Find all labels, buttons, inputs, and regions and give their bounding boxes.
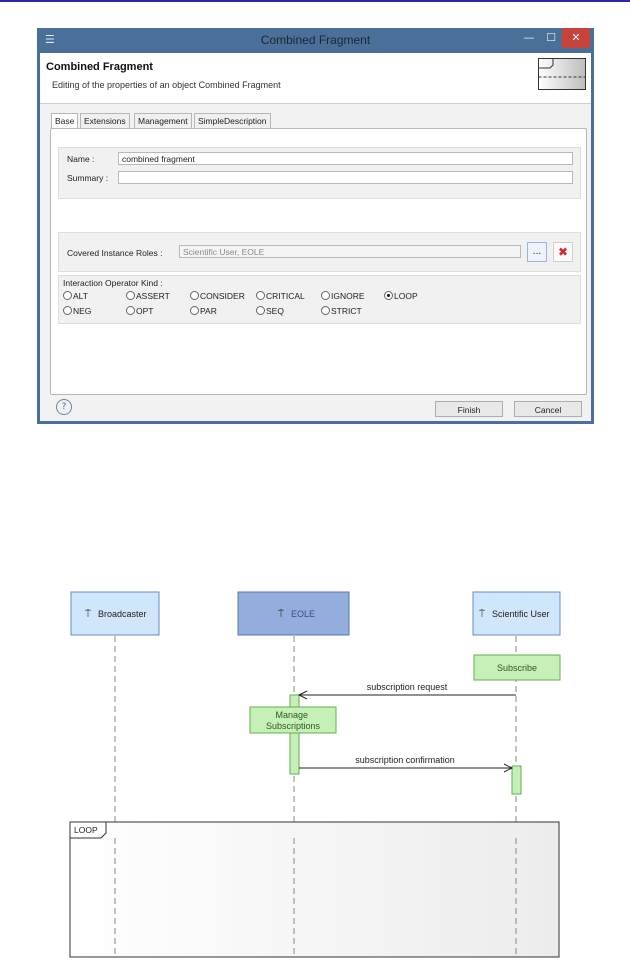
loop-fragment-label: LOOP	[74, 825, 98, 835]
action-line-2: Subscriptions	[266, 721, 321, 731]
role-icon: ⍑	[85, 609, 91, 620]
lifeline-scientific-user[interactable]: ⍑ Scientific User	[472, 591, 561, 636]
action-subscribe-label: Subscribe	[497, 663, 537, 673]
message-subscription-request[interactable]: subscription request	[297, 682, 516, 700]
action-line-1: Manage	[275, 710, 308, 720]
lifeline-broadcaster-label: Broadcaster	[98, 609, 147, 619]
role-icon: ⍑	[479, 609, 485, 620]
action-manage-subscriptions[interactable]: Manage Subscriptions	[249, 706, 337, 734]
lifeline-scientific-user-label: Scientific User	[492, 609, 550, 619]
activation-bar-scientific-user[interactable]	[511, 765, 522, 795]
sequence-diagram: LOOP ⍑ Broadcaster ⍑ EOLE ⍑ Scientific U…	[69, 591, 561, 958]
action-subscribe[interactable]: Subscribe	[473, 654, 561, 681]
message-subscription-confirmation-label: subscription confirmation	[355, 755, 455, 765]
lifeline-eole-label: EOLE	[291, 609, 315, 619]
role-icon: ⍑	[278, 609, 284, 620]
message-subscription-request-label: subscription request	[367, 682, 448, 692]
loop-fragment[interactable]: LOOP	[69, 821, 560, 958]
lifeline-eole[interactable]: ⍑ EOLE	[237, 591, 350, 636]
message-subscription-confirmation[interactable]: subscription confirmation	[299, 755, 514, 773]
lifeline-broadcaster[interactable]: ⍑ Broadcaster	[70, 591, 160, 636]
